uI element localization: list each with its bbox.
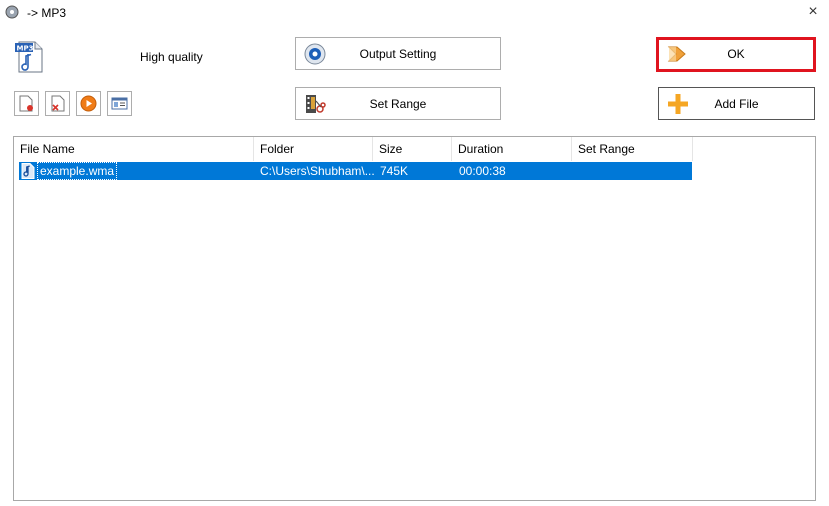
output-setting-label: Output Setting — [359, 46, 437, 61]
set-range-button[interactable]: Set Range — [295, 87, 501, 120]
cell-file-name: example.wma — [37, 162, 117, 180]
output-setting-button[interactable]: Output Setting — [295, 37, 501, 70]
cell-size: 745K — [380, 164, 409, 178]
play-button[interactable] — [76, 91, 101, 116]
play-icon — [80, 95, 97, 112]
remove-icon — [51, 95, 65, 112]
list-header: File Name Folder Size Duration Set Range — [14, 137, 815, 161]
new-file-icon — [19, 95, 33, 112]
ok-label: OK — [727, 47, 745, 61]
title-bar: -> MP3 × — [0, 0, 829, 26]
cell-folder: C:\Users\Shubham\... — [260, 164, 375, 178]
close-button[interactable]: × — [802, 2, 824, 22]
new-file-button[interactable] — [14, 91, 39, 116]
column-header-size[interactable]: Size — [373, 137, 452, 161]
mp3-file-icon: MP3 — [15, 41, 43, 73]
table-row[interactable]: example.wma C:\Users\Shubham\... 745K 00… — [19, 162, 692, 180]
add-file-label: Add File — [714, 96, 759, 111]
app-icon — [5, 5, 19, 19]
properties-icon — [111, 97, 128, 110]
remove-file-button[interactable] — [45, 91, 70, 116]
svg-text:MP3: MP3 — [17, 45, 34, 53]
set-range-label: Set Range — [369, 96, 427, 111]
properties-button[interactable] — [107, 91, 132, 116]
column-header-set-range[interactable]: Set Range — [572, 137, 693, 161]
file-list[interactable]: File Name Folder Size Duration Set Range… — [13, 136, 816, 501]
column-header-file-name[interactable]: File Name — [14, 137, 254, 161]
add-file-button[interactable]: Add File — [658, 87, 815, 120]
cell-set-range — [579, 162, 689, 180]
ok-button[interactable]: OK — [658, 38, 814, 70]
column-header-duration[interactable]: Duration — [452, 137, 572, 161]
column-header-folder[interactable]: Folder — [254, 137, 373, 161]
cell-duration: 00:00:38 — [459, 164, 506, 178]
quality-label: High quality — [140, 50, 203, 64]
audio-file-icon — [21, 163, 35, 179]
window-title: -> MP3 — [27, 6, 67, 20]
